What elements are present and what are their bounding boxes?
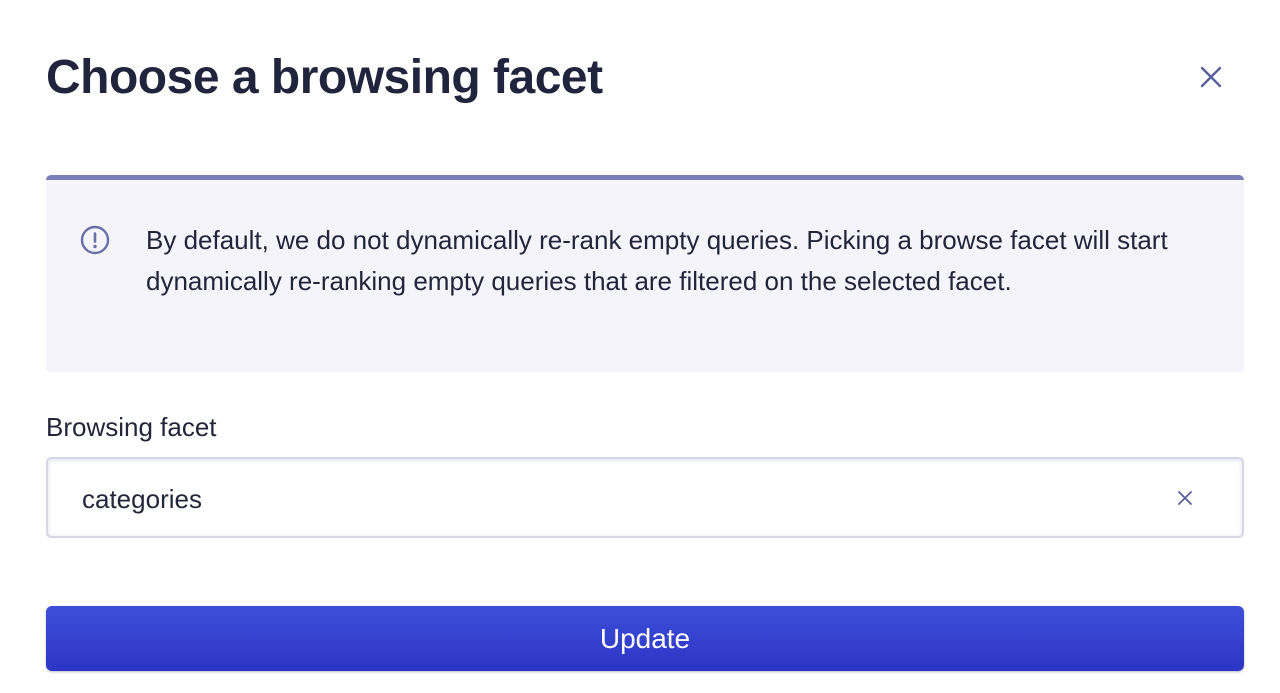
modal-title: Choose a browsing facet xyxy=(46,51,603,104)
clear-selection-button[interactable] xyxy=(1172,485,1198,511)
callout-message: By default, we do not dynamically re-ran… xyxy=(146,225,1168,296)
selected-facet-value: categories xyxy=(82,484,202,514)
update-button[interactable]: Update xyxy=(46,606,1244,671)
info-callout: By default, we do not dynamically re-ran… xyxy=(46,175,1244,372)
info-circle-icon xyxy=(80,225,110,255)
close-icon xyxy=(1200,66,1222,88)
browsing-facet-label: Browsing facet xyxy=(46,412,217,442)
clear-icon xyxy=(1178,491,1192,505)
browsing-facet-select[interactable]: categories xyxy=(46,457,1244,538)
close-button[interactable] xyxy=(1194,60,1228,94)
browsing-facet-modal: Choose a browsing facet By default, we d… xyxy=(0,0,1280,693)
